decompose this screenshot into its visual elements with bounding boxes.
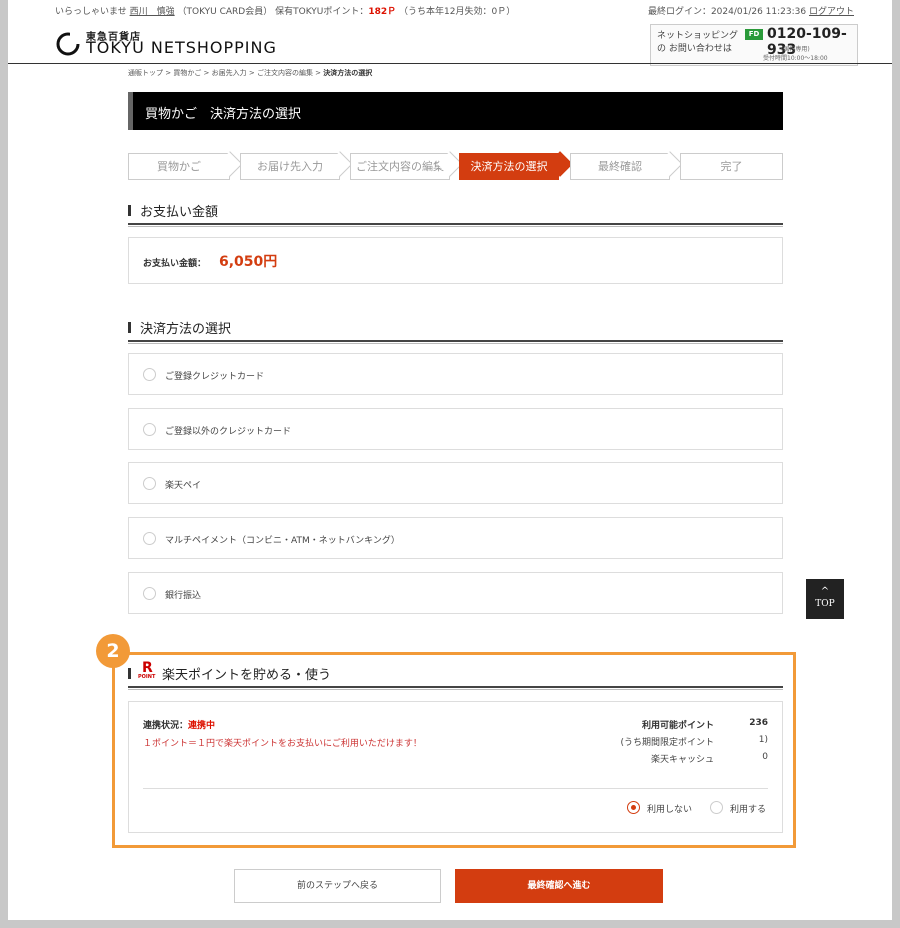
- payment-option-registered-card[interactable]: ご登録クレジットカード: [128, 353, 783, 395]
- breadcrumb-current: 決済方法の選択: [323, 69, 373, 77]
- payment-option-bank-transfer[interactable]: 銀行振込: [128, 572, 783, 614]
- heading-underline: [128, 223, 783, 225]
- radio-rakuten-pay[interactable]: [143, 477, 156, 490]
- tokyu-logo-icon: [56, 30, 84, 56]
- chevron-up-icon: ^: [820, 586, 830, 597]
- payment-amount-label: お支払い金額：: [143, 259, 207, 269]
- heading-bar-icon: [128, 205, 131, 216]
- heading-bar-icon: [128, 322, 131, 333]
- option-label: ご登録クレジットカード: [165, 372, 265, 382]
- back-to-top-button[interactable]: ^ TOP: [806, 579, 844, 619]
- points-value: 182Ｐ: [368, 7, 397, 17]
- last-login: 最終ログイン：2024/01/26 11:23:36 ログアウト: [648, 4, 854, 17]
- option-label: 楽天ペイ: [165, 481, 202, 491]
- step-shipping: お届け先入力: [240, 153, 340, 180]
- header-divider: [8, 63, 892, 64]
- greeting: いらっしゃいませ: [55, 7, 127, 17]
- free-dial-icon: FD: [745, 29, 763, 40]
- heading-underline-thin: [128, 226, 783, 227]
- annotation-badge: 2: [96, 634, 130, 668]
- step-complete: 完了: [680, 153, 783, 180]
- step-confirm: 最終確認: [570, 153, 670, 180]
- member-info: いらっしゃいませ 西川 慎強 （TOKYU CARD会員） 保有TOKYUポイン…: [55, 4, 515, 17]
- logo-brand: TOKYU NETSHOPPING: [86, 38, 277, 57]
- site-logo[interactable]: 東急百貨店 TOKYU NETSHOPPING: [56, 28, 316, 58]
- progress-steps: 買物かご お届け先入力 ご注文内容の編集 決済方法の選択 最終確認 完了: [128, 151, 783, 180]
- option-label: マルチペイメント（コンビニ・ATM・ネットバンキング）: [165, 536, 400, 546]
- last-login-text: 最終ログイン：2024/01/26 11:23:36: [647, 7, 807, 17]
- breadcrumb-path[interactable]: 通販トップ > 買物かご > お届先入力 > ご注文内容の編集 >: [128, 69, 323, 77]
- step-edit-order: ご注文内容の編集: [350, 153, 450, 180]
- radio-other-card[interactable]: [143, 423, 156, 436]
- top-label: TOP: [815, 599, 835, 609]
- logout-link[interactable]: ログアウト: [809, 7, 854, 17]
- prev-step-button[interactable]: 前のステップへ戻る: [234, 869, 441, 903]
- heading-underline-thin: [128, 343, 783, 344]
- points-label: 保有TOKYUポイント：: [275, 7, 369, 17]
- contact-box: ネットショッピングの お問い合わせは FD 0120-109-933 (国内専用…: [650, 24, 858, 66]
- payment-option-multipayment[interactable]: マルチペイメント（コンビニ・ATM・ネットバンキング）: [128, 517, 783, 559]
- tel-note: (国内専用): [781, 46, 810, 53]
- option-label: 銀行振込: [165, 591, 202, 601]
- payment-option-rakuten-pay[interactable]: 楽天ペイ: [128, 462, 783, 504]
- payment-amount-value: 6,050円: [219, 254, 278, 270]
- radio-bank-transfer[interactable]: [143, 587, 156, 600]
- radio-registered-card[interactable]: [143, 368, 156, 381]
- user-name-link[interactable]: 西川 慎強: [130, 7, 175, 17]
- payment-amount-heading-text: お支払い金額: [140, 205, 219, 220]
- payment-amount-box: お支払い金額： 6,050円: [128, 237, 783, 284]
- step-cart: 買物かご: [128, 153, 230, 180]
- page-title-bar: 買物かご 決済方法の選択: [128, 92, 783, 130]
- heading-underline: [128, 340, 783, 342]
- contact-hours: 受付時間10:00〜18:00: [763, 55, 828, 62]
- payment-method-heading-text: 決済方法の選択: [140, 322, 232, 337]
- page-title: 買物かご 決済方法の選択: [145, 107, 302, 122]
- step-payment: 決済方法の選択: [459, 153, 559, 180]
- breadcrumb: 通販トップ > 買物かご > お届先入力 > ご注文内容の編集 > 決済方法の選…: [128, 68, 372, 78]
- option-label: ご登録以外のクレジットカード: [165, 427, 292, 437]
- member-type: （TOKYU CARD会員）: [177, 7, 273, 17]
- points-note: （うち本年12月失効：0Ｐ）: [399, 7, 516, 17]
- proceed-confirm-button[interactable]: 最終確認へ進む: [455, 869, 663, 903]
- contact-label: ネットショッピングの お問い合わせは: [657, 31, 739, 54]
- payment-option-other-card[interactable]: ご登録以外のクレジットカード: [128, 408, 783, 450]
- radio-multipayment[interactable]: [143, 532, 156, 545]
- annotation-highlight-box: [112, 652, 796, 848]
